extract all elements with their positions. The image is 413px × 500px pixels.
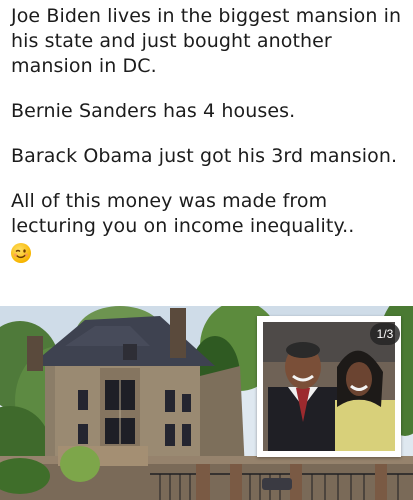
post-text: Joe Biden lives in the biggest mansion i… (11, 4, 407, 264)
post-paragraph-1: Joe Biden lives in the biggest mansion i… (11, 5, 402, 77)
post-paragraph-4: All of this money was made from lecturin… (11, 190, 355, 237)
post-paragraph-2: Bernie Sanders has 4 houses. (11, 100, 296, 122)
post-paragraph-3: Barack Obama just got his 3rd mansion. (11, 145, 398, 167)
image-counter-badge: 1/3 (370, 323, 400, 345)
winking-face-icon (11, 242, 31, 263)
